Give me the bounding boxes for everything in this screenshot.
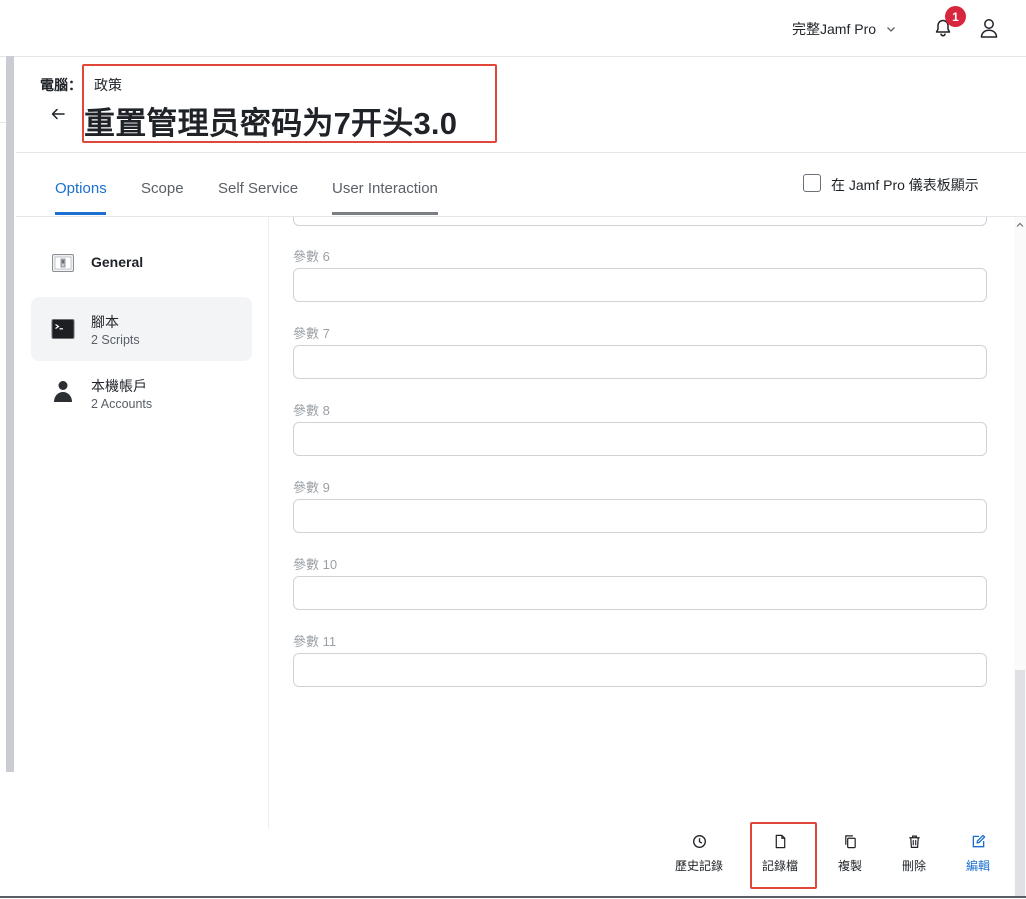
breadcrumb-label: 電腦： (40, 77, 82, 93)
parameter-9-input[interactable] (293, 499, 987, 533)
parameter-10-input[interactable] (293, 576, 987, 610)
dashboard-checkbox[interactable] (803, 174, 821, 192)
sidebar-item-scripts-label: 腳本 (91, 314, 119, 330)
action-bar: 歷史記錄 記錄檔 複製 刪除 編輯 (0, 820, 1014, 896)
parameter-8-label: 參數 8 (293, 403, 330, 418)
sidebar: General 腳本 2 Scripts 本機帳戶 2 Accounts (16, 217, 269, 829)
clone-button-label: 複製 (838, 859, 863, 873)
parameter-5-input[interactable] (293, 217, 987, 226)
environment-switcher[interactable]: 完整Jamf Pro (792, 19, 896, 39)
switch-icon (52, 254, 74, 272)
parameter-7-label: 參數 7 (293, 326, 330, 341)
bottom-edge (0, 896, 1026, 898)
person-silhouette-icon (54, 381, 72, 402)
parameter-8-input[interactable] (293, 422, 987, 456)
tab-user-interaction[interactable]: User Interaction (332, 180, 438, 197)
parameter-7-input[interactable] (293, 345, 987, 379)
tab-hover-underline (332, 212, 438, 215)
parameter-6-label: 參數 6 (293, 249, 330, 264)
chevron-down-icon (887, 27, 895, 32)
parameter-6-input[interactable] (293, 268, 987, 302)
notification-badge[interactable]: 1 (945, 6, 966, 27)
clone-button[interactable]: 複製 (838, 834, 862, 874)
edit-button[interactable]: 編輯 (966, 834, 990, 874)
clock-icon (692, 835, 706, 848)
trash-icon (908, 835, 920, 849)
sidebar-item-general[interactable]: General (31, 237, 252, 287)
sidebar-item-local-accounts-label: 本機帳戶 (91, 378, 147, 394)
script-parameters-panel: 參數 6 參數 7 參數 8 參數 9 參數 10 參數 11 (269, 217, 1014, 829)
top-bar: 完整Jamf Pro 1 (0, 0, 1026, 57)
delete-button-label: 刪除 (902, 859, 927, 873)
terminal-icon (51, 319, 75, 339)
parameter-11-input[interactable] (293, 653, 987, 687)
tab-options[interactable]: Options (55, 180, 107, 197)
dashboard-checkbox-label: 在 Jamf Pro 儀表板顯示 (831, 177, 979, 193)
sidebar-item-scripts-count: 2 Scripts (91, 333, 140, 347)
delete-button[interactable]: 刪除 (902, 834, 926, 874)
history-button[interactable]: 歷史記錄 (675, 834, 723, 874)
user-icon[interactable] (979, 17, 999, 39)
logs-button[interactable]: 記錄檔 (762, 834, 798, 874)
sidebar-item-local-accounts[interactable]: 本機帳戶 2 Accounts (31, 367, 252, 423)
back-arrow-icon[interactable] (50, 106, 66, 122)
tab-scope[interactable]: Scope (141, 180, 184, 197)
logs-button-label: 記錄檔 (762, 859, 799, 873)
tab-options-underline (55, 212, 106, 215)
parameter-9-label: 參數 9 (293, 480, 330, 495)
left-scroll-strip (6, 56, 14, 772)
environment-name: 完整Jamf Pro (792, 21, 877, 37)
left-edge-divider (0, 122, 6, 123)
sidebar-item-scripts[interactable]: 腳本 2 Scripts (31, 297, 252, 361)
history-button-label: 歷史記錄 (675, 859, 724, 873)
edit-pencil-icon (972, 834, 985, 848)
document-icon (775, 834, 785, 849)
edit-button-label: 編輯 (966, 859, 991, 873)
scroll-up-icon[interactable] (1016, 221, 1024, 229)
sidebar-item-local-accounts-count: 2 Accounts (91, 397, 153, 411)
parameter-10-label: 參數 10 (293, 557, 338, 572)
sidebar-item-general-label: General (91, 254, 144, 270)
breadcrumb-policy-link[interactable]: 政策 (94, 75, 122, 95)
scrollbar-thumb[interactable] (1015, 670, 1025, 896)
copy-icon (844, 835, 856, 849)
tab-self-service[interactable]: Self Service (218, 180, 298, 197)
page-title: 重置管理员密码为7开头3.0 (84, 106, 458, 141)
parameter-11-label: 參數 11 (293, 634, 337, 649)
